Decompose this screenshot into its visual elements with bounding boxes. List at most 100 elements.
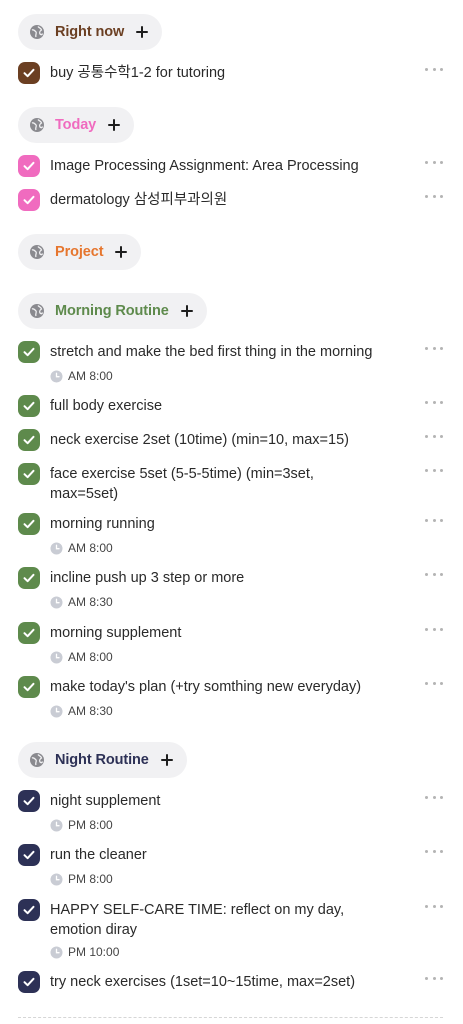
more-options-icon[interactable]	[425, 569, 443, 579]
checkbox-checked[interactable]	[18, 513, 40, 535]
more-options-icon[interactable]	[425, 973, 443, 983]
checkmark-icon	[23, 796, 35, 806]
clock-icon	[50, 873, 63, 885]
more-options-icon[interactable]	[425, 792, 443, 802]
add-task-icon[interactable]	[113, 244, 129, 260]
clock-icon	[50, 651, 63, 663]
section-title: Today	[55, 117, 97, 133]
task-time: AM 8:00	[50, 649, 113, 665]
task-text: dermatology 삼성피부과의원	[50, 192, 228, 208]
more-options-icon[interactable]	[425, 397, 443, 407]
checkbox-checked[interactable]	[18, 429, 40, 451]
more-options-icon[interactable]	[425, 431, 443, 441]
add-task-icon[interactable]	[159, 752, 175, 768]
add-task-icon[interactable]	[106, 117, 122, 133]
checkbox-checked[interactable]	[18, 790, 40, 812]
more-options-icon[interactable]	[425, 515, 443, 525]
task-text: face exercise 5set (5-5-5time) (min=3set…	[50, 466, 314, 502]
checkmark-icon	[23, 977, 35, 987]
task-time: PM 8:00	[50, 871, 113, 887]
checkbox-checked[interactable]	[18, 62, 40, 84]
globe-icon	[30, 304, 44, 318]
more-options-icon[interactable]	[425, 678, 443, 688]
checkmark-icon	[23, 850, 35, 860]
task-text: incline push up 3 step or more	[50, 570, 245, 586]
checkbox-checked[interactable]	[18, 622, 40, 644]
checkmark-icon	[23, 401, 35, 411]
more-options-icon[interactable]	[425, 624, 443, 634]
checkbox-checked[interactable]	[18, 676, 40, 698]
globe-icon	[30, 25, 44, 39]
section-title: Project	[55, 244, 104, 260]
task-time: AM 8:30	[50, 703, 113, 719]
more-options-icon[interactable]	[425, 64, 443, 74]
task-text: neck exercise 2set (10time) (min=10, max…	[50, 432, 349, 448]
divider	[18, 1017, 443, 1018]
task-text: HAPPY SELF-CARE TIME: reflect on my day,…	[50, 902, 345, 938]
task-text: morning running	[50, 516, 155, 532]
clock-icon	[50, 596, 63, 608]
task-text: try neck exercises (1set=10~15time, max=…	[50, 974, 356, 990]
checkmark-icon	[23, 519, 35, 529]
section-header-right-now[interactable]: Right now	[18, 14, 163, 50]
task-text: make today's plan (+try somthing new eve…	[50, 679, 362, 695]
clock-icon	[50, 819, 63, 831]
checkbox-checked[interactable]	[18, 395, 40, 417]
more-options-icon[interactable]	[425, 901, 443, 911]
task-time: PM 8:00	[50, 817, 113, 833]
task-time: AM 8:30	[50, 594, 113, 610]
section-header-morning-routine[interactable]: Morning Routine	[18, 293, 207, 329]
checkbox-checked[interactable]	[18, 341, 40, 363]
task-text: Image Processing Assignment: Area Proces…	[50, 158, 359, 174]
checkmark-icon	[23, 195, 35, 205]
time-label: AM 8:00	[68, 541, 113, 555]
checkmark-icon	[23, 682, 35, 692]
time-label: PM 8:00	[68, 872, 113, 886]
clock-icon	[50, 370, 63, 382]
checkmark-icon	[23, 68, 35, 78]
checkbox-checked[interactable]	[18, 844, 40, 866]
checkmark-icon	[23, 347, 35, 357]
task-time: AM 8:00	[50, 368, 113, 384]
checkbox-checked[interactable]	[18, 155, 40, 177]
section-header-today[interactable]: Today	[18, 107, 135, 143]
more-options-icon[interactable]	[425, 191, 443, 201]
checkmark-icon	[23, 628, 35, 638]
globe-icon	[30, 753, 44, 767]
task-text: night supplement	[50, 793, 161, 809]
section-header-night-routine[interactable]: Night Routine	[18, 742, 187, 778]
add-task-icon[interactable]	[134, 24, 150, 40]
time-label: AM 8:00	[68, 369, 113, 383]
checkbox-checked[interactable]	[18, 971, 40, 993]
checkmark-icon	[23, 573, 35, 583]
section-title: Night Routine	[55, 752, 149, 768]
time-label: AM 8:00	[68, 650, 113, 664]
task-time: AM 8:00	[50, 540, 113, 556]
time-label: AM 8:30	[68, 595, 113, 609]
checkmark-icon	[23, 161, 35, 171]
checkbox-checked[interactable]	[18, 189, 40, 211]
clock-icon	[50, 705, 63, 717]
time-label: AM 8:30	[68, 704, 113, 718]
task-text: full body exercise	[50, 398, 163, 414]
checkbox-checked[interactable]	[18, 463, 40, 485]
checkbox-checked[interactable]	[18, 567, 40, 589]
task-text: run the cleaner	[50, 847, 147, 863]
add-task-icon[interactable]	[179, 303, 195, 319]
checkmark-icon	[23, 469, 35, 479]
clock-icon	[50, 542, 63, 554]
task-text: morning supplement	[50, 625, 182, 641]
more-options-icon[interactable]	[425, 343, 443, 353]
clock-icon	[50, 946, 63, 958]
more-options-icon[interactable]	[425, 465, 443, 475]
task-time: PM 10:00	[50, 944, 119, 960]
checkbox-checked[interactable]	[18, 899, 40, 921]
checkmark-icon	[23, 905, 35, 915]
section-title: Right now	[55, 24, 125, 40]
task-text: stretch and make the bed first thing in …	[50, 344, 373, 360]
section-title: Morning Routine	[55, 303, 169, 319]
more-options-icon[interactable]	[425, 157, 443, 167]
globe-icon	[30, 245, 44, 259]
more-options-icon[interactable]	[425, 846, 443, 856]
section-header-project[interactable]: Project	[18, 234, 142, 270]
